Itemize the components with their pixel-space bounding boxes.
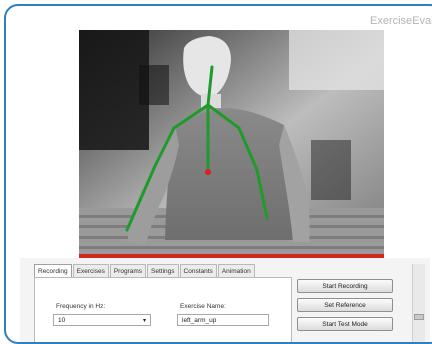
start-recording-button[interactable]: Start Recording — [297, 279, 393, 293]
center-marker — [205, 169, 211, 175]
chevron-down-icon: ▾ — [142, 318, 146, 324]
control-area: Recording Exercises Programs Settings Co… — [20, 258, 430, 342]
frequency-select[interactable]: 10 ▾ — [53, 314, 151, 326]
exercise-name-field[interactable]: left_arm_up — [177, 314, 269, 326]
window-title: ExerciseEvaluat — [370, 15, 432, 27]
frequency-value: 10 — [58, 317, 66, 324]
frequency-label: Frequency in Hz: — [56, 303, 106, 310]
tab-settings[interactable]: Settings — [147, 264, 179, 278]
tab-exercises[interactable]: Exercises — [72, 264, 109, 278]
recording-panel: Frequency in Hz: 10 ▾ Exercise Name: lef… — [34, 277, 292, 342]
skeleton-overlay — [125, 65, 269, 232]
tab-strip: Recording Exercises Programs Settings Co… — [34, 264, 256, 279]
start-test-mode-button[interactable]: Start Test Mode — [297, 317, 393, 331]
app-window: ExerciseEvaluat — [4, 4, 432, 344]
tab-animation[interactable]: Animation — [217, 264, 255, 278]
vertical-scrollbar[interactable] — [412, 264, 425, 342]
tab-programs[interactable]: Programs — [109, 264, 147, 278]
tab-constants[interactable]: Constants — [179, 264, 217, 278]
scrollbar-thumb[interactable] — [414, 314, 424, 320]
exercise-name-value: left_arm_up — [182, 317, 217, 324]
exercise-name-label: Exercise Name: — [180, 303, 226, 310]
depth-camera-view — [79, 30, 384, 258]
set-reference-button[interactable]: Set Reference — [297, 298, 393, 312]
